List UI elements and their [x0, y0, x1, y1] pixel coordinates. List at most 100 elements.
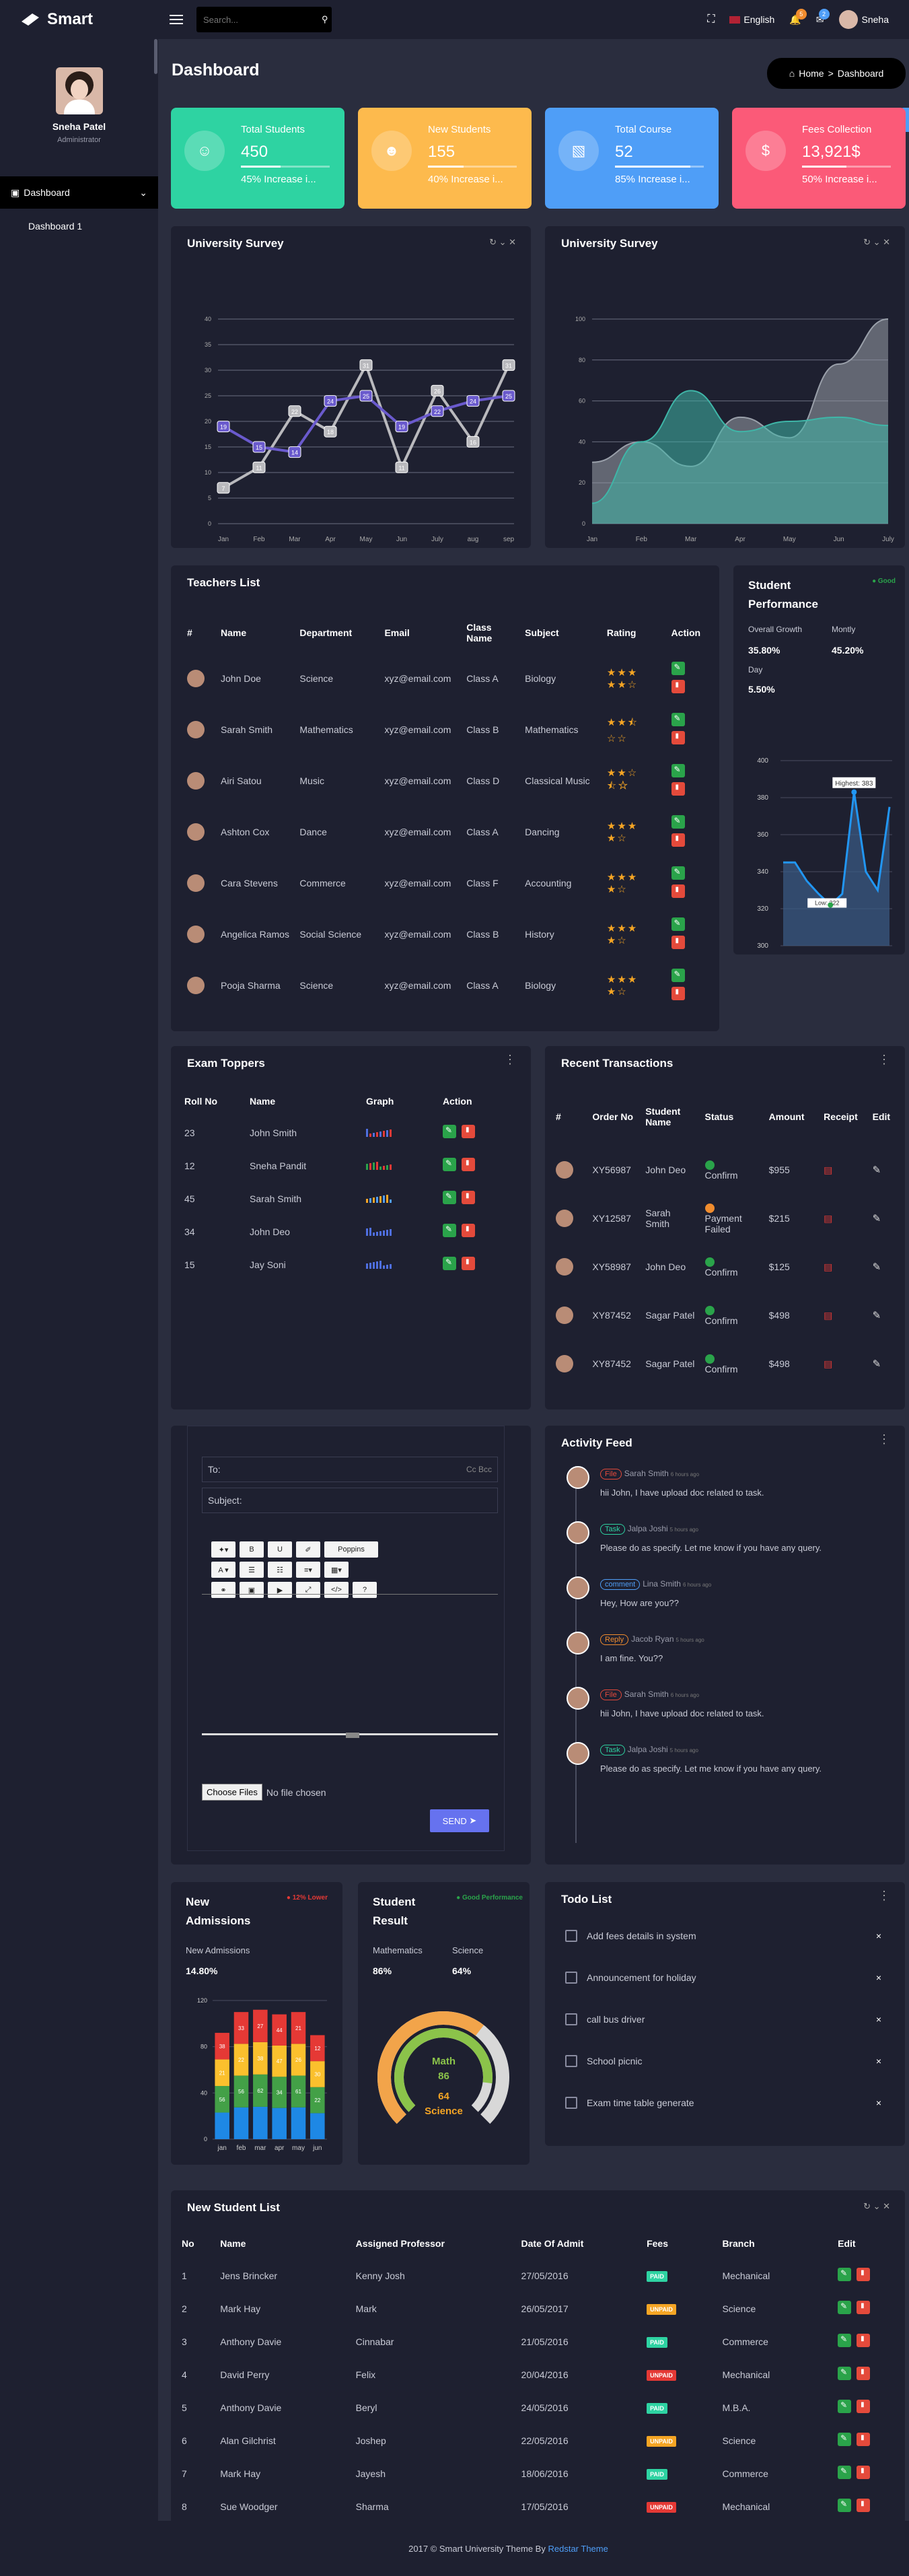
sidebar-subitem-dashboard1[interactable]: Dashboard 1 — [0, 209, 158, 232]
todo-checkbox[interactable] — [565, 1930, 577, 1942]
card-tools[interactable]: ↻ ⌄ ✕ — [863, 2201, 890, 2212]
more-icon[interactable]: ⋮ — [504, 1053, 516, 1067]
receipt-icon[interactable]: ▤ — [824, 1358, 832, 1369]
edit-button[interactable] — [442, 1257, 456, 1270]
ordered-list-icon[interactable]: ☷ — [268, 1562, 292, 1578]
font-select[interactable]: Poppins — [324, 1541, 378, 1558]
delete-button[interactable] — [461, 1224, 475, 1237]
todo-checkbox[interactable] — [565, 2013, 577, 2025]
breadcrumb-home[interactable]: Home — [799, 68, 824, 79]
edit-button[interactable] — [671, 866, 685, 880]
delete-button[interactable] — [671, 680, 685, 693]
bell-icon[interactable]: 🔔 5 — [789, 8, 807, 26]
edit-button[interactable] — [838, 2400, 852, 2413]
more-icon[interactable]: ⋮ — [878, 1889, 890, 1903]
to-field[interactable]: To: Cc Bcc — [202, 1457, 498, 1482]
stat-card-3[interactable]: ▧ Total Course 52 85% Increase i... — [545, 108, 719, 209]
delete-button[interactable] — [857, 2301, 871, 2314]
delete-button[interactable] — [461, 1158, 475, 1171]
delete-button[interactable] — [671, 936, 685, 949]
delete-button[interactable] — [671, 833, 685, 847]
choose-files-button[interactable]: Choose Files — [202, 1784, 262, 1801]
edit-button[interactable] — [838, 2499, 852, 2512]
edit-button[interactable] — [838, 2301, 852, 2314]
editor-body[interactable] — [202, 1594, 498, 1735]
pencil-icon[interactable]: ✎ — [873, 1310, 881, 1321]
receipt-icon[interactable]: ▤ — [824, 1213, 832, 1224]
pencil-icon[interactable]: ✎ — [873, 1164, 881, 1176]
mail-icon[interactable]: ✉ 2 — [816, 8, 830, 26]
delete-button[interactable] — [857, 2334, 871, 2347]
delete-button[interactable] — [857, 2433, 871, 2446]
todo-checkbox[interactable] — [565, 2055, 577, 2067]
edit-button[interactable] — [671, 764, 685, 777]
stat-card-1[interactable]: ☺ Total Students 450 45% Increase i... — [171, 108, 344, 209]
delete-button[interactable] — [671, 731, 685, 744]
wand-icon[interactable]: ✦▾ — [211, 1541, 235, 1558]
delete-button[interactable] — [671, 884, 685, 898]
todo-checkbox[interactable] — [565, 2097, 577, 2109]
edit-button[interactable] — [838, 2334, 852, 2347]
edit-button[interactable] — [671, 917, 685, 931]
stat-card-4[interactable]: $ Fees Collection 13,921$ 50% Increase i... — [732, 108, 906, 209]
search-input[interactable] — [203, 14, 322, 25]
underline-icon[interactable]: U — [268, 1541, 292, 1558]
sidebar-item-dashboard[interactable]: ▣ Dashboard ⌄ — [0, 176, 158, 209]
language-selector[interactable]: English — [729, 14, 774, 25]
edit-button[interactable] — [671, 969, 685, 982]
activity-tag[interactable]: File — [600, 1469, 622, 1480]
delete-button[interactable] — [461, 1125, 475, 1138]
pencil-icon[interactable]: ✎ — [873, 1261, 881, 1273]
receipt-icon[interactable]: ▤ — [824, 1310, 832, 1321]
activity-tag[interactable]: Task — [600, 1524, 625, 1535]
activity-tag[interactable]: File — [600, 1690, 622, 1700]
delete-button[interactable] — [461, 1191, 475, 1204]
close-icon[interactable]: × — [876, 2014, 881, 2025]
stat-card-2[interactable]: ☻ New Students 155 40% Increase i... — [358, 108, 532, 209]
delete-button[interactable] — [857, 2499, 871, 2512]
menu-toggle-icon[interactable] — [170, 15, 183, 24]
edit-button[interactable] — [442, 1224, 456, 1237]
text-color-icon[interactable]: A ▾ — [211, 1562, 235, 1578]
table-icon[interactable]: ▦▾ — [324, 1562, 349, 1578]
edit-button[interactable] — [671, 662, 685, 675]
receipt-icon[interactable]: ▤ — [824, 1164, 832, 1175]
footer-link[interactable]: Redstar Theme — [548, 2544, 608, 2554]
cc-bcc-link[interactable]: Cc Bcc — [466, 1465, 492, 1474]
edit-button[interactable] — [838, 2466, 852, 2479]
edit-button[interactable] — [838, 2433, 852, 2446]
edit-button[interactable] — [671, 815, 685, 829]
delete-button[interactable] — [671, 987, 685, 1000]
delete-button[interactable] — [461, 1257, 475, 1270]
close-icon[interactable]: × — [876, 2097, 881, 2108]
todo-checkbox[interactable] — [565, 1972, 577, 1984]
edit-button[interactable] — [838, 2367, 852, 2380]
close-icon[interactable]: × — [876, 1930, 881, 1941]
scrollbar[interactable] — [154, 39, 157, 74]
close-icon[interactable]: × — [876, 1972, 881, 1983]
edit-button[interactable] — [671, 713, 685, 726]
brand-logo[interactable]: Smart — [0, 10, 158, 29]
user-menu[interactable]: Sneha — [838, 10, 889, 29]
delete-button[interactable] — [857, 2400, 871, 2413]
activity-tag[interactable]: comment — [600, 1579, 641, 1590]
bold-icon[interactable]: B — [240, 1541, 264, 1558]
pencil-icon[interactable]: ✎ — [873, 1358, 881, 1370]
search-icon[interactable]: ⚲ — [322, 14, 328, 25]
edit-button[interactable] — [442, 1191, 456, 1204]
delete-button[interactable] — [857, 2466, 871, 2479]
subject-field[interactable]: Subject: — [202, 1488, 498, 1513]
delete-button[interactable] — [857, 2367, 871, 2380]
activity-tag[interactable]: Reply — [600, 1634, 629, 1645]
fullscreen-icon[interactable]: ⛶ — [707, 13, 715, 26]
edit-button[interactable] — [442, 1158, 456, 1171]
align-icon[interactable]: ≡▾ — [296, 1562, 320, 1578]
unordered-list-icon[interactable]: ☰ — [240, 1562, 264, 1578]
receipt-icon[interactable]: ▤ — [824, 1261, 832, 1272]
resize-handle[interactable] — [346, 1733, 359, 1738]
close-icon[interactable]: × — [876, 2056, 881, 2066]
edit-button[interactable] — [442, 1125, 456, 1138]
activity-tag[interactable]: Task — [600, 1745, 625, 1755]
eraser-icon[interactable]: ✐ — [296, 1541, 320, 1558]
search-box[interactable]: ⚲ — [196, 7, 332, 32]
